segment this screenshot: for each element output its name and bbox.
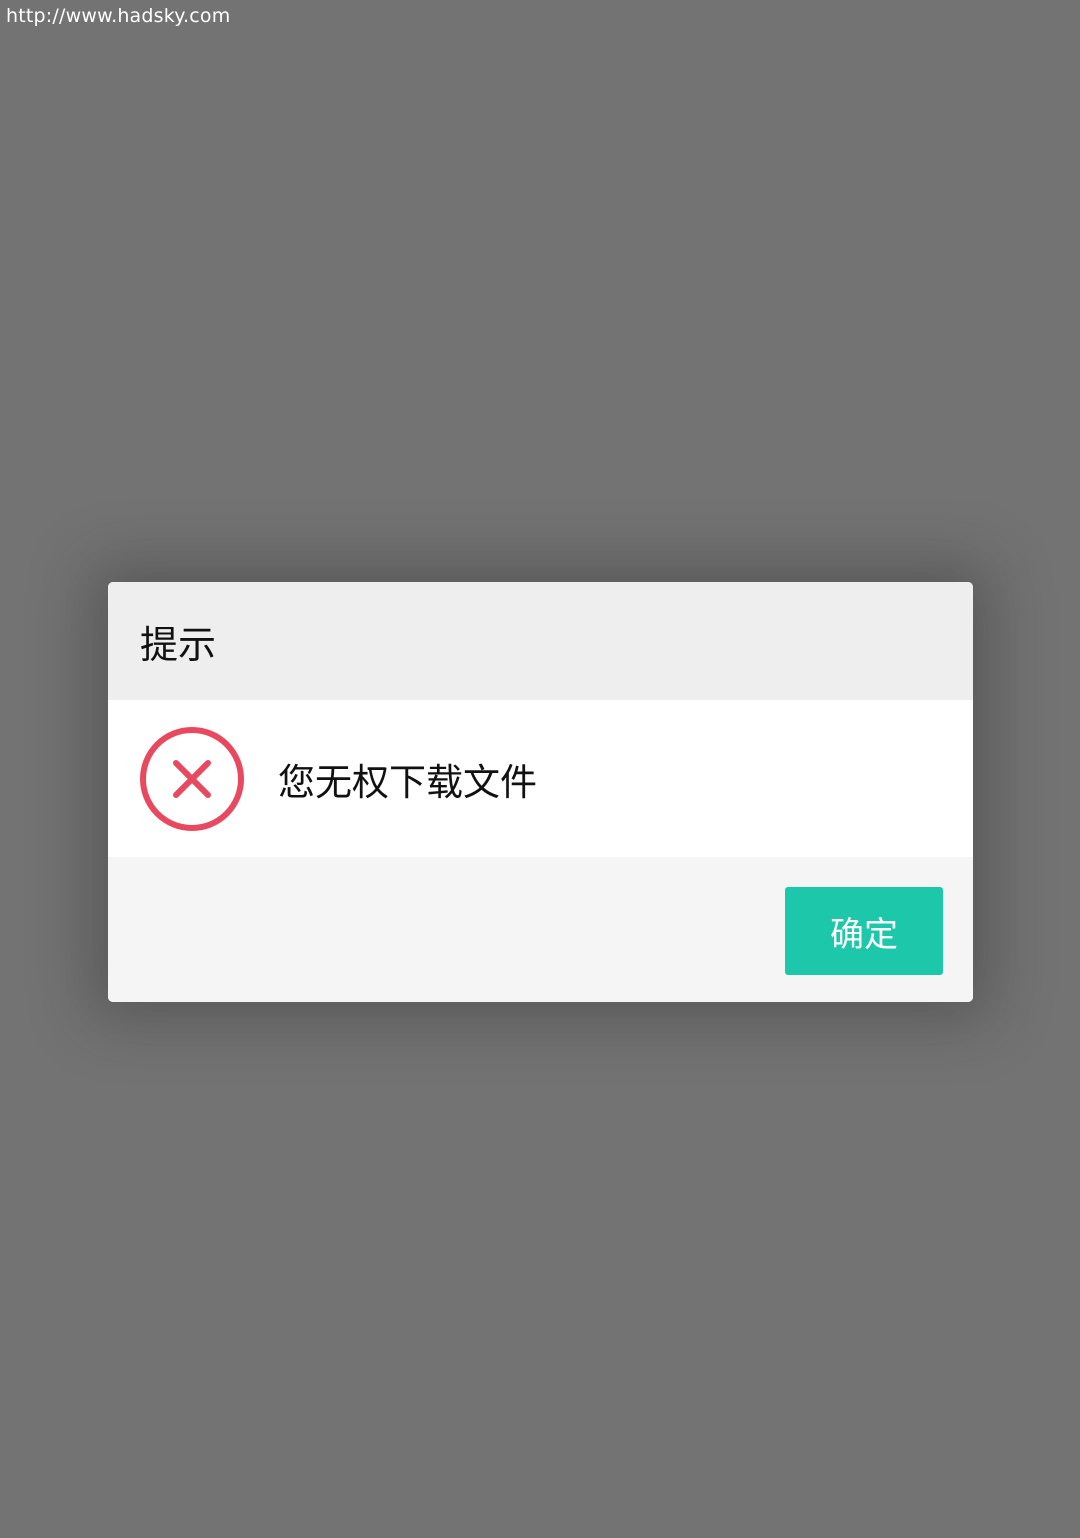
dialog-footer: 确定 [108,857,973,1002]
confirm-button[interactable]: 确定 [785,887,943,975]
dialog-message: 您无权下载文件 [278,760,537,804]
site-url: http://www.hadsky.com [6,5,231,27]
dialog-title: 提示 [140,622,217,667]
error-icon [139,726,245,832]
dialog-body: 您无权下载文件 [108,700,973,857]
dialog-header: 提示 [108,582,973,700]
alert-dialog: 提示 您无权下载文件 确定 [108,582,973,1002]
